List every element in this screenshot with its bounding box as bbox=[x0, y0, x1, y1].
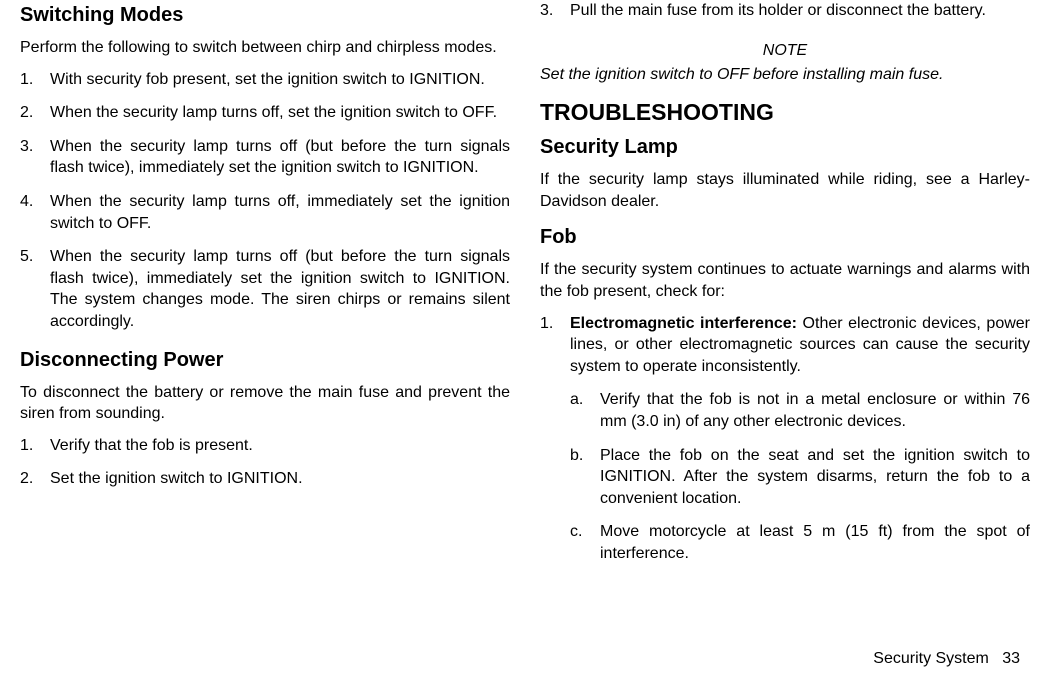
list-item: 2. Set the ignition switch to IGNITION. bbox=[20, 468, 510, 490]
list-number: 2. bbox=[20, 468, 50, 490]
list-text: Verify that the fob is present. bbox=[50, 435, 510, 457]
footer-section: Security System bbox=[873, 650, 989, 667]
left-column: Switching Modes Perform the following to… bbox=[20, 0, 510, 620]
list-item: 5. When the security lamp turns off (but… bbox=[20, 246, 510, 332]
list-number: 1. bbox=[20, 69, 50, 91]
troubleshooting-heading: TROUBLESHOOTING bbox=[540, 99, 1030, 126]
list-number: 1. bbox=[540, 313, 570, 378]
sublist-letter: a. bbox=[570, 389, 600, 432]
list-number: 1. bbox=[20, 435, 50, 457]
security-lamp-heading: Security Lamp bbox=[540, 136, 1030, 159]
list-item: 4. When the security lamp turns off, imm… bbox=[20, 191, 510, 234]
disconnecting-power-heading: Disconnecting Power bbox=[20, 349, 510, 372]
sublist-text: Place the fob on the seat and set the ig… bbox=[600, 445, 1030, 510]
list-item: 1. Electromagnetic interference: Other e… bbox=[540, 313, 1030, 378]
list-number: 3. bbox=[20, 136, 50, 179]
list-item: 3. Pull the main fuse from its holder or… bbox=[540, 0, 1030, 22]
note-label: NOTE bbox=[540, 42, 1030, 60]
list-item: 1. Verify that the fob is present. bbox=[20, 435, 510, 457]
sublist-letter: c. bbox=[570, 521, 600, 564]
list-text: Pull the main fuse from its holder or di… bbox=[570, 0, 1030, 22]
fob-heading: Fob bbox=[540, 226, 1030, 249]
switching-modes-intro: Perform the following to switch between … bbox=[20, 37, 510, 59]
sublist-text: Verify that the fob is not in a metal en… bbox=[600, 389, 1030, 432]
list-text: When the security lamp turns off (but be… bbox=[50, 136, 510, 179]
page-footer: Security System 33 bbox=[873, 650, 1020, 668]
fob-para: If the security system continues to actu… bbox=[540, 259, 1030, 302]
switching-modes-heading: Switching Modes bbox=[20, 4, 510, 27]
list-number: 2. bbox=[20, 102, 50, 124]
right-column: 3. Pull the main fuse from its holder or… bbox=[540, 0, 1030, 620]
sublist-item: c. Move motorcycle at least 5 m (15 ft) … bbox=[570, 521, 1030, 564]
sublist-letter: b. bbox=[570, 445, 600, 510]
security-lamp-para: If the security lamp stays illuminated w… bbox=[540, 169, 1030, 212]
list-text: With security fob present, set the ignit… bbox=[50, 69, 510, 91]
list-text: When the security lamp turns off, immedi… bbox=[50, 191, 510, 234]
list-number: 4. bbox=[20, 191, 50, 234]
sublist-item: a. Verify that the fob is not in a metal… bbox=[570, 389, 1030, 432]
list-item: 3. When the security lamp turns off (but… bbox=[20, 136, 510, 179]
list-item: 1. With security fob present, set the ig… bbox=[20, 69, 510, 91]
footer-page-number: 33 bbox=[1002, 650, 1020, 667]
sublist-item: b. Place the fob on the seat and set the… bbox=[570, 445, 1030, 510]
list-text: Electromagnetic interference: Other elec… bbox=[570, 313, 1030, 378]
list-text: When the security lamp turns off, set th… bbox=[50, 102, 510, 124]
emi-bold: Electromagnetic interference: bbox=[570, 315, 797, 332]
list-text: When the security lamp turns off (but be… bbox=[50, 246, 510, 332]
sublist-text: Move motorcycle at least 5 m (15 ft) fro… bbox=[600, 521, 1030, 564]
list-number: 5. bbox=[20, 246, 50, 332]
list-text: Set the ignition switch to IGNITION. bbox=[50, 468, 510, 490]
note-text: Set the ignition switch to OFF before in… bbox=[540, 64, 1030, 86]
list-number: 3. bbox=[540, 0, 570, 22]
list-item: 2. When the security lamp turns off, set… bbox=[20, 102, 510, 124]
disconnecting-power-intro: To disconnect the battery or remove the … bbox=[20, 382, 510, 425]
